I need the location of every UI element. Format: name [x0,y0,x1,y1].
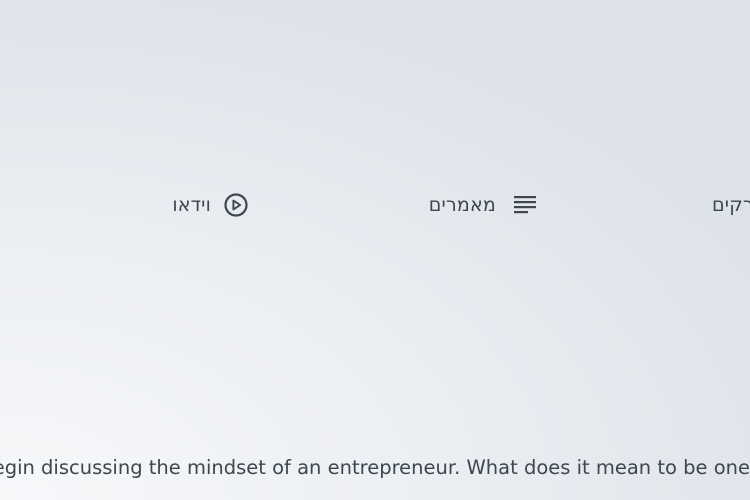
content-tabs: וידאו מאמרים פרקים [0,184,750,226]
tab-video-label: וידאו [172,194,211,216]
play-circle-icon [223,192,249,218]
tab-articles[interactable]: מאמרים [429,184,538,226]
episode-description: In this episode we begin discussing the … [0,456,750,482]
tab-chapters-label: פרקים [712,194,750,216]
tab-chapters[interactable]: פרקים [712,184,750,226]
text-lines-icon [512,192,538,218]
tab-video[interactable]: וידאו [172,184,249,226]
episode-description-text: In this episode we begin discussing the … [0,456,750,479]
tab-articles-label: מאמרים [428,194,496,216]
